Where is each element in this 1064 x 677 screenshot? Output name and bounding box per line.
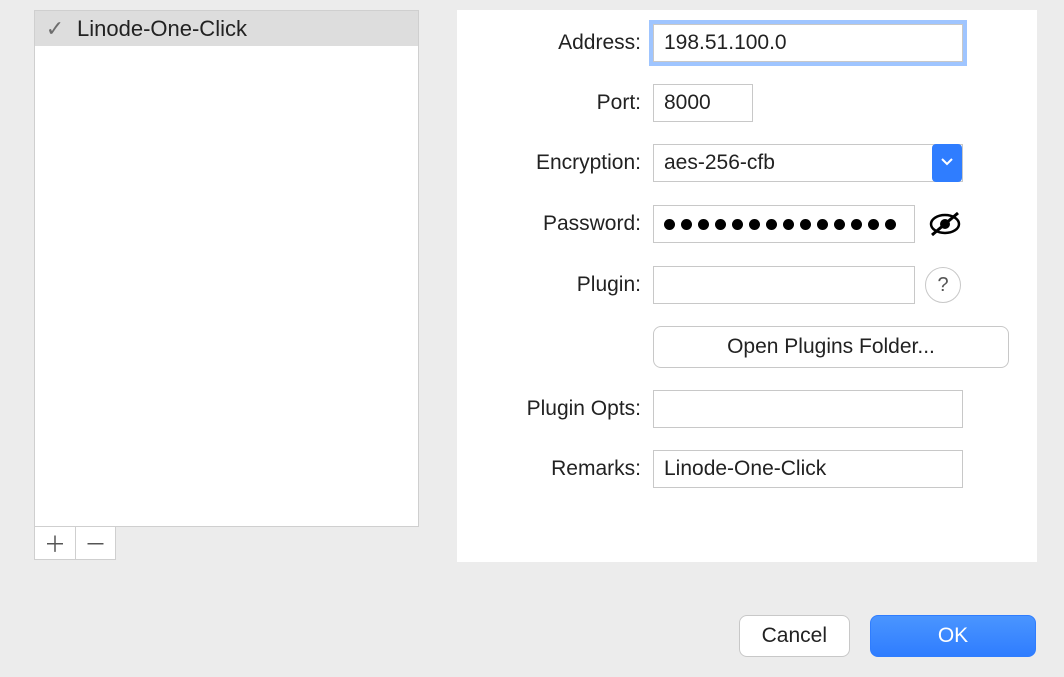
question-icon: ?: [937, 274, 948, 297]
server-list-item-label: Linode-One-Click: [77, 16, 247, 42]
plugin-opts-input[interactable]: [653, 390, 963, 428]
port-input[interactable]: [653, 84, 753, 122]
chevron-down-icon: [932, 144, 962, 182]
server-list[interactable]: ✓ Linode-One-Click: [34, 10, 419, 527]
encryption-label: Encryption:: [475, 151, 653, 175]
plugin-input[interactable]: [653, 266, 915, 304]
encryption-select[interactable]: aes-256-cfb: [653, 144, 963, 182]
cancel-button-label: Cancel: [762, 624, 827, 648]
minus-icon: －: [84, 527, 106, 559]
password-input[interactable]: [653, 205, 915, 243]
cancel-button[interactable]: Cancel: [739, 615, 850, 657]
remarks-label: Remarks:: [475, 457, 653, 481]
list-button-bar: ＋ －: [34, 527, 116, 560]
add-button[interactable]: ＋: [35, 527, 75, 559]
ok-button[interactable]: OK: [870, 615, 1036, 657]
plugin-opts-label: Plugin Opts:: [475, 397, 653, 421]
remarks-input[interactable]: [653, 450, 963, 488]
address-input[interactable]: [653, 24, 963, 62]
ok-button-label: OK: [938, 624, 968, 648]
password-label: Password:: [475, 212, 653, 236]
plugin-help-button[interactable]: ?: [925, 267, 961, 303]
plugin-label: Plugin:: [475, 273, 653, 297]
check-icon: ✓: [45, 18, 65, 40]
toggle-password-visibility-button[interactable]: [925, 204, 965, 244]
form-panel: Address: Port: Encryption: aes-256-cfb: [457, 10, 1037, 562]
remove-button[interactable]: －: [75, 527, 115, 559]
address-label: Address:: [475, 31, 653, 55]
dialog-footer: Cancel OK: [739, 615, 1036, 657]
port-label: Port:: [475, 91, 653, 115]
eye-off-icon: [928, 211, 962, 237]
open-plugins-folder-label: Open Plugins Folder...: [727, 335, 935, 359]
open-plugins-folder-button[interactable]: Open Plugins Folder...: [653, 326, 1009, 368]
plus-icon: ＋: [44, 527, 66, 559]
server-list-item[interactable]: ✓ Linode-One-Click: [35, 11, 418, 46]
server-list-panel: ✓ Linode-One-Click ＋ －: [34, 10, 419, 562]
encryption-value: aes-256-cfb: [664, 151, 775, 175]
